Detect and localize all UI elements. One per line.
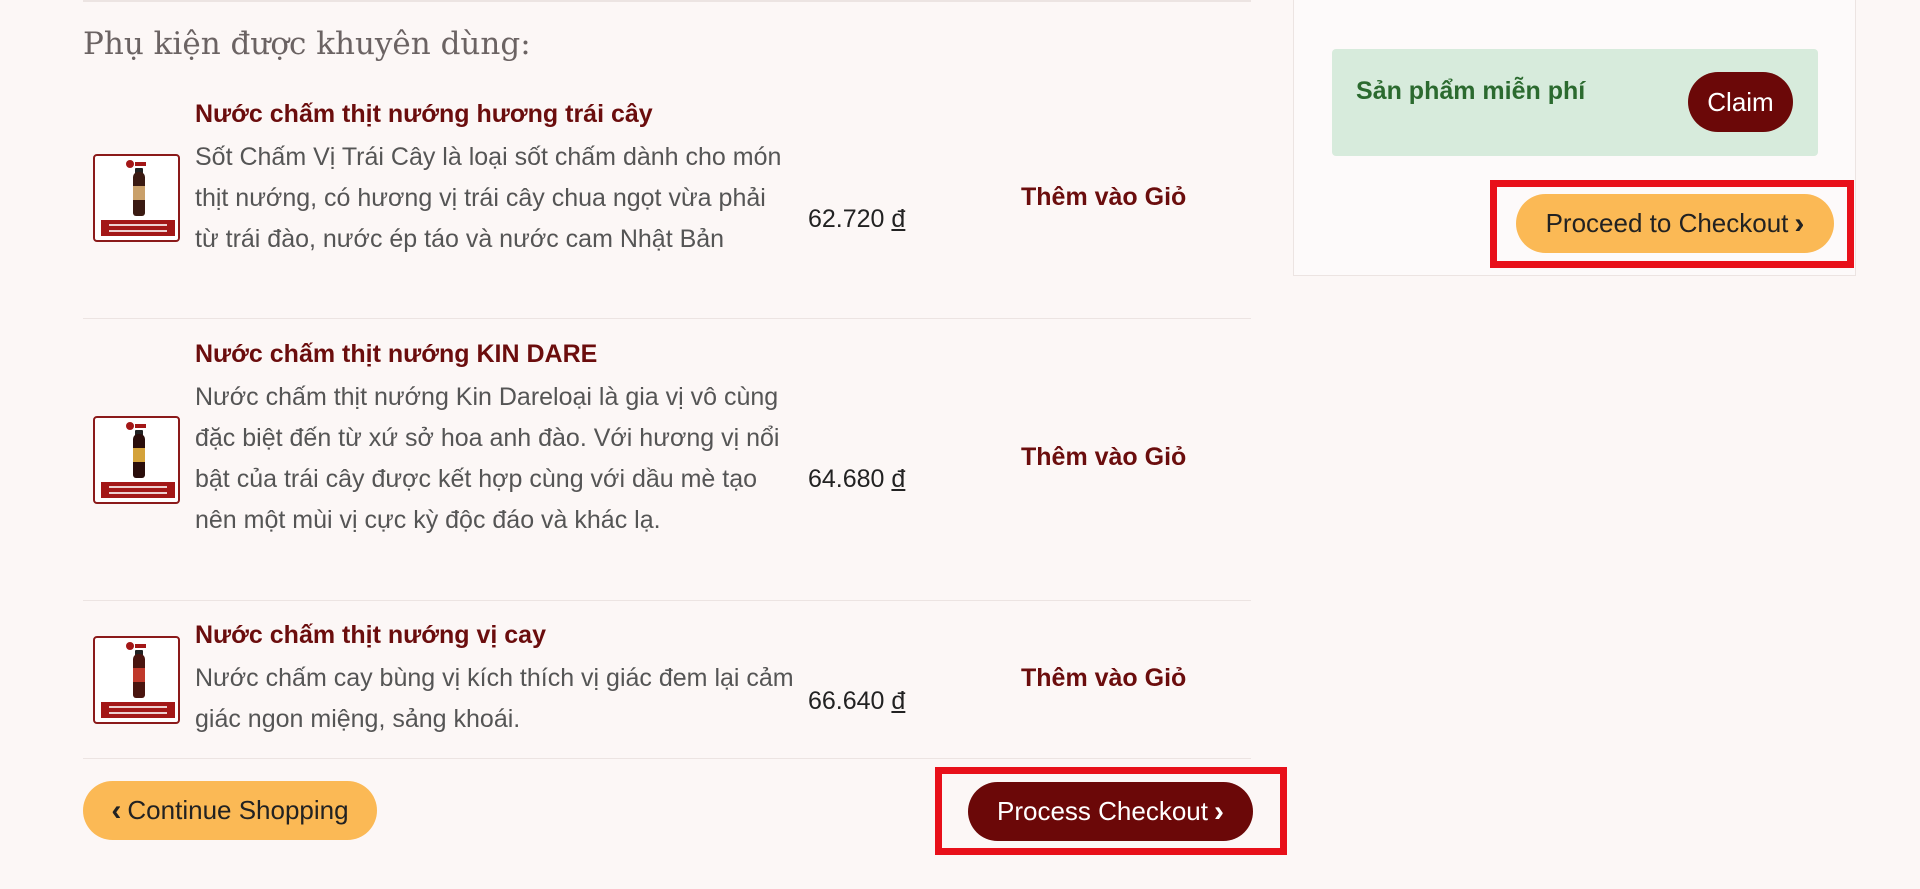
- price-value: 62.720: [808, 205, 885, 233]
- add-to-cart-button[interactable]: Thêm vào Giỏ: [1021, 443, 1186, 472]
- free-product-box: Sản phẩm miễn phí Claim: [1332, 49, 1818, 156]
- product-name[interactable]: Nước chấm thịt nướng hương trái cây: [195, 100, 653, 129]
- product-thumbnail[interactable]: [93, 636, 180, 724]
- product-name[interactable]: Nước chấm thịt nướng KIN DARE: [195, 340, 597, 369]
- product-price: 66.640 đ: [808, 687, 905, 716]
- chevron-left-icon: ‹: [111, 793, 122, 827]
- free-product-label: Sản phẩm miễn phí: [1356, 77, 1586, 105]
- product-thumbnail[interactable]: [93, 154, 180, 242]
- product-description: Sốt Chấm Vị Trái Cây là loại sốt chấm dà…: [195, 143, 782, 253]
- currency-symbol: đ: [891, 205, 906, 233]
- price-value: 64.680: [808, 465, 885, 493]
- product-price: 62.720 đ: [808, 205, 905, 234]
- continue-shopping-button[interactable]: ‹ Continue Shopping: [83, 781, 377, 840]
- product-thumbnail[interactable]: [93, 416, 180, 504]
- product-row: Nước chấm thịt nướng vị cay Nước chấm ca…: [83, 601, 1251, 759]
- continue-label: Continue Shopping: [127, 795, 349, 825]
- add-to-cart-button[interactable]: Thêm vào Giỏ: [1021, 664, 1186, 693]
- top-divider: [83, 0, 1251, 2]
- currency-symbol: đ: [891, 465, 906, 493]
- process-checkout-button[interactable]: Process Checkout ›: [968, 782, 1253, 841]
- product-description: Nước chấm cay bùng vị kích thích vị giác…: [195, 664, 794, 733]
- chevron-right-icon: ›: [1794, 206, 1805, 240]
- product-row: Nước chấm thịt nướng hương trái cây Sốt …: [83, 82, 1251, 319]
- recommended-title: Phụ kiện được khuyên dùng:: [83, 26, 531, 62]
- add-to-cart-button[interactable]: Thêm vào Giỏ: [1021, 183, 1186, 212]
- currency-symbol: đ: [891, 687, 906, 715]
- process-label: Process Checkout: [997, 796, 1208, 826]
- product-row: Nước chấm thịt nướng KIN DARE Nước chấm …: [83, 319, 1251, 601]
- proceed-to-checkout-button[interactable]: Proceed to Checkout ›: [1516, 194, 1834, 253]
- claim-button[interactable]: Claim: [1688, 72, 1793, 132]
- proceed-label: Proceed to Checkout: [1545, 208, 1789, 238]
- product-name[interactable]: Nước chấm thịt nướng vị cay: [195, 621, 546, 650]
- price-value: 66.640: [808, 687, 885, 715]
- product-description: Nước chấm thịt nướng Kin Dareloại là gia…: [195, 383, 780, 534]
- chevron-right-icon: ›: [1213, 794, 1224, 828]
- product-price: 64.680 đ: [808, 465, 905, 494]
